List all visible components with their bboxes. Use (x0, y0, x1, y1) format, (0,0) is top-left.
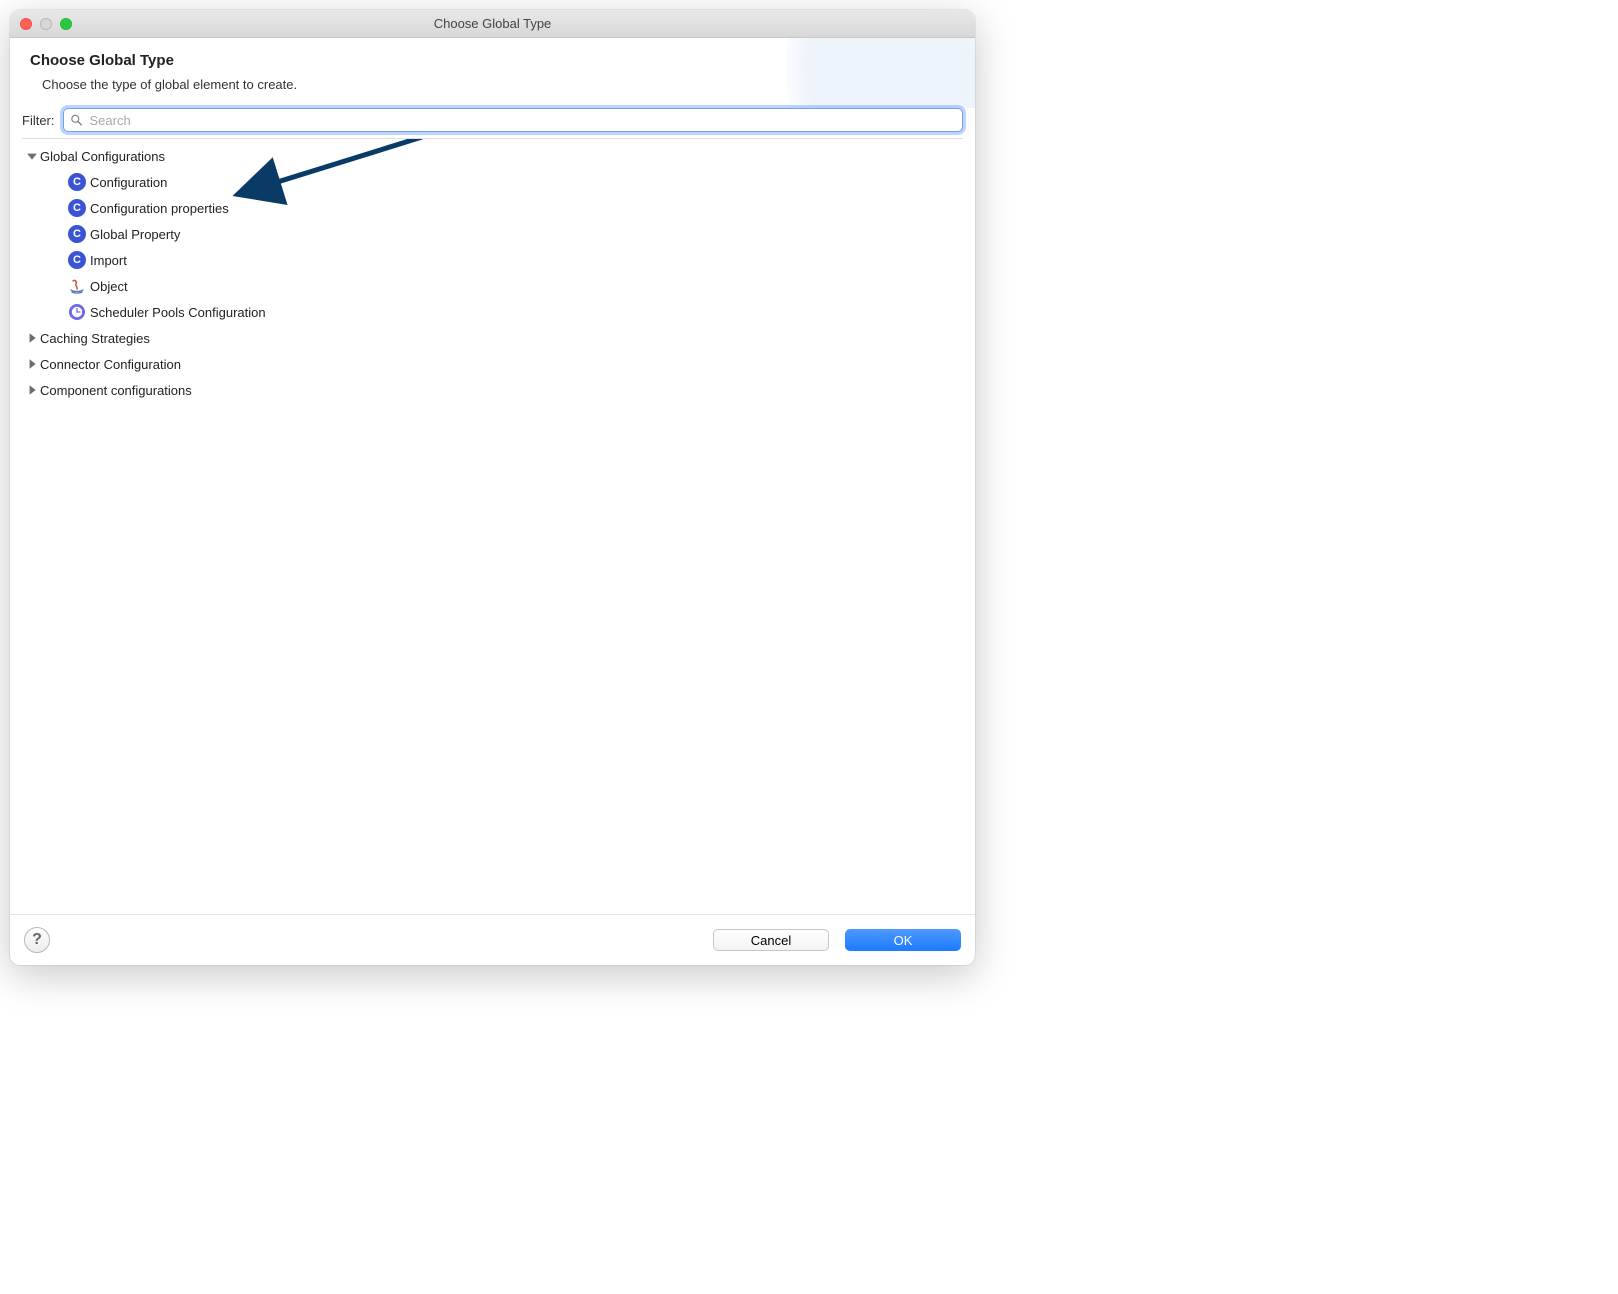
java-icon (68, 277, 86, 295)
tree-item-label: Configuration (90, 175, 167, 190)
scheduler-icon (68, 303, 86, 321)
dialog-window: Choose Global Type Choose Global Type Ch… (10, 10, 975, 965)
tree-group-label: Component configurations (40, 383, 192, 398)
tree-item-scheduler-pools[interactable]: Scheduler Pools Configuration (22, 299, 963, 325)
filter-row: Filter: (10, 108, 975, 138)
dialog-subtitle: Choose the type of global element to cre… (30, 77, 955, 92)
config-icon (68, 225, 86, 243)
tree-item-configuration[interactable]: Configuration (22, 169, 963, 195)
tree-group-label: Caching Strategies (40, 331, 150, 346)
dialog-footer: ? Cancel OK (10, 914, 975, 965)
tree-item-configuration-properties[interactable]: Configuration properties (22, 195, 963, 221)
search-wrap (63, 108, 964, 132)
search-icon (70, 114, 83, 127)
help-button[interactable]: ? (24, 927, 50, 953)
window-title: Choose Global Type (10, 16, 975, 31)
tree-group-caching-strategies[interactable]: Caching Strategies (22, 325, 963, 351)
tree-group-label: Global Configurations (40, 149, 165, 164)
tree-item-label: Configuration properties (90, 201, 229, 216)
config-icon (68, 199, 86, 217)
config-icon (68, 251, 86, 269)
tree-item-label: Import (90, 253, 127, 268)
chevron-down-icon (26, 150, 38, 162)
header-pane: Choose Global Type Choose the type of gl… (10, 38, 975, 108)
tree-item-label: Scheduler Pools Configuration (90, 305, 266, 320)
cancel-button[interactable]: Cancel (713, 929, 829, 951)
tree-group-global-configurations[interactable]: Global Configurations (22, 143, 963, 169)
filter-input[interactable] (63, 108, 964, 132)
tree-group-component-configurations[interactable]: Component configurations (22, 377, 963, 403)
chevron-right-icon (26, 384, 38, 396)
tree-group-connector-configuration[interactable]: Connector Configuration (22, 351, 963, 377)
type-tree[interactable]: Global Configurations Configuration Conf… (22, 138, 963, 914)
tree-item-label: Object (90, 279, 128, 294)
titlebar: Choose Global Type (10, 10, 975, 38)
tree-item-object[interactable]: Object (22, 273, 963, 299)
config-icon (68, 173, 86, 191)
chevron-right-icon (26, 332, 38, 344)
tree-group-label: Connector Configuration (40, 357, 181, 372)
dialog-title: Choose Global Type (30, 52, 955, 69)
chevron-right-icon (26, 358, 38, 370)
tree-item-import[interactable]: Import (22, 247, 963, 273)
ok-button[interactable]: OK (845, 929, 961, 951)
tree-item-label: Global Property (90, 227, 180, 242)
filter-label: Filter: (22, 113, 55, 128)
tree-item-global-property[interactable]: Global Property (22, 221, 963, 247)
